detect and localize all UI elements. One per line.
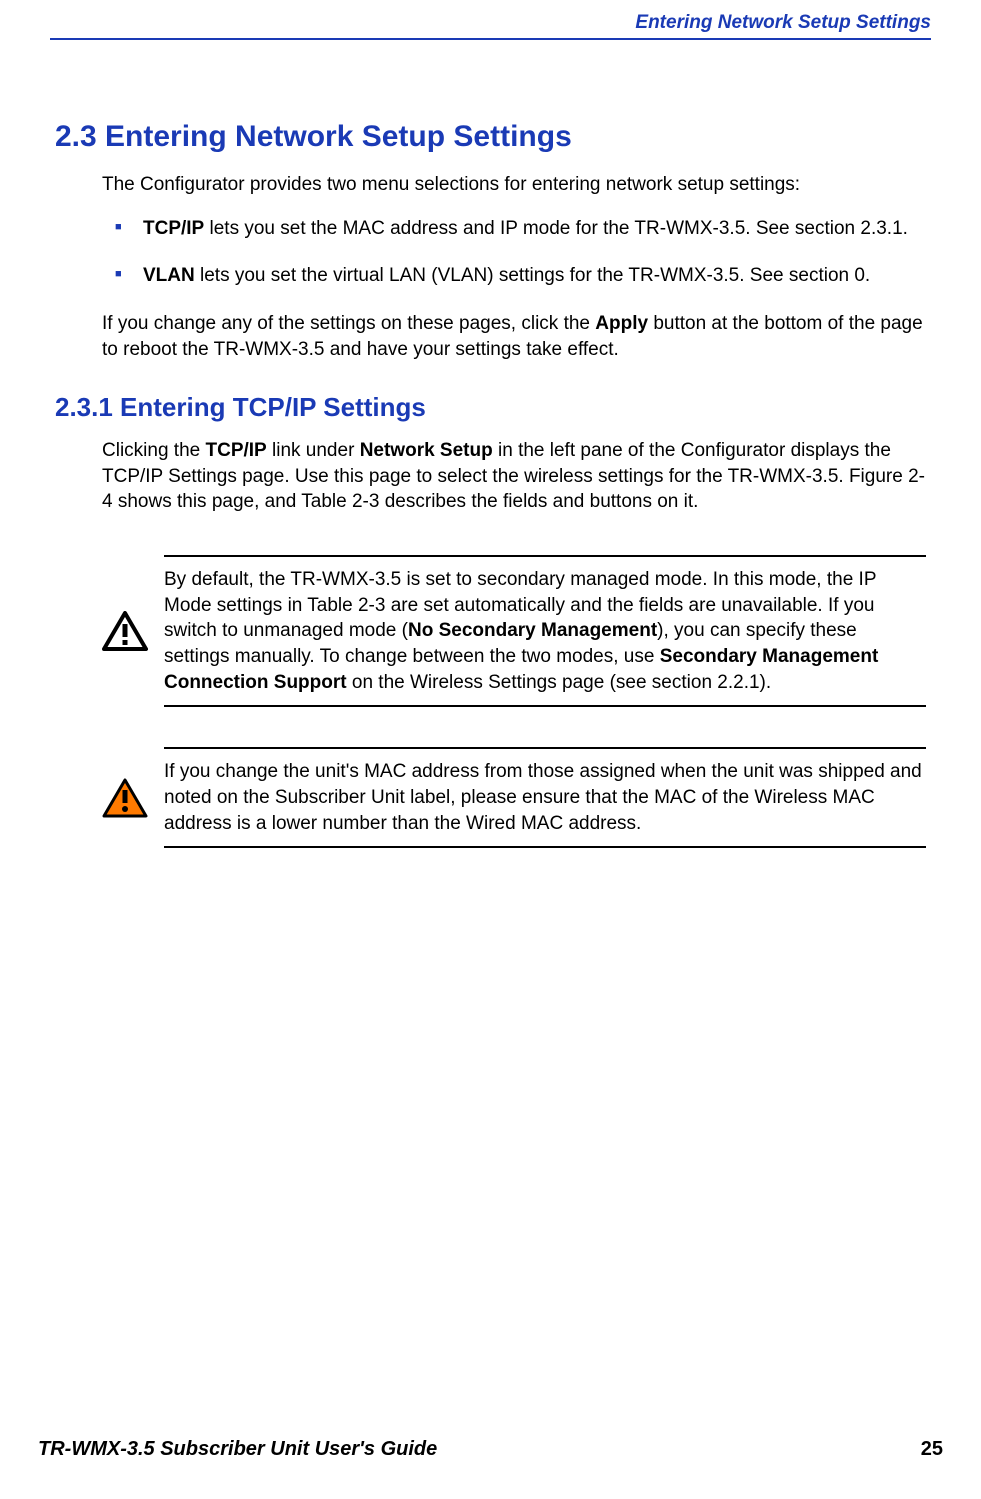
text-span: link under xyxy=(267,440,360,461)
warning-note: If you change the unit's MAC address fro… xyxy=(102,747,926,848)
subsection-heading: 2.3.1 Entering TCP/IP Settings xyxy=(55,392,926,423)
list-item: TCP/IP lets you set the MAC address and … xyxy=(115,216,926,242)
page-header-section: Entering Network Setup Settings xyxy=(635,12,931,34)
note-rule-bottom xyxy=(164,705,926,707)
apply-paragraph: If you change any of the settings on the… xyxy=(102,311,926,362)
footer-title: TR-WMX-3.5 Subscriber Unit User's Guide xyxy=(38,1438,437,1461)
list-item-text: lets you set the MAC address and IP mode… xyxy=(204,218,908,239)
header-rule xyxy=(50,38,931,40)
note-text: By default, the TR-WMX-3.5 is set to sec… xyxy=(164,567,926,695)
intro-paragraph: The Configurator provides two menu selec… xyxy=(102,172,926,198)
list-item-text: lets you set the virtual LAN (VLAN) sett… xyxy=(195,265,870,286)
text-span: If you change any of the settings on the… xyxy=(102,313,595,334)
subsection-paragraph: Clicking the TCP/IP link under Network S… xyxy=(102,438,926,515)
note-row: If you change the unit's MAC address fro… xyxy=(102,749,926,846)
note-text: If you change the unit's MAC address fro… xyxy=(164,759,926,836)
main-content: 2.3 Entering Network Setup Settings The … xyxy=(55,120,926,848)
footer-page-number: 25 xyxy=(921,1438,943,1461)
list-item: VLAN lets you set the virtual LAN (VLAN)… xyxy=(115,263,926,289)
text-span: Clicking the xyxy=(102,440,206,461)
list-item-bold: VLAN xyxy=(143,265,195,286)
caution-icon xyxy=(102,611,164,651)
section-heading: 2.3 Entering Network Setup Settings xyxy=(55,120,926,154)
caution-note: By default, the TR-WMX-3.5 is set to sec… xyxy=(102,555,926,707)
warning-icon xyxy=(102,778,164,818)
text-span: on the Wireless Settings page (see secti… xyxy=(347,672,772,693)
note-rule-bottom xyxy=(164,846,926,848)
bullet-list: TCP/IP lets you set the MAC address and … xyxy=(115,216,926,289)
note-bold: No Secondary Management xyxy=(408,620,657,641)
tcpip-bold: TCP/IP xyxy=(206,440,267,461)
page-footer: TR-WMX-3.5 Subscriber Unit User's Guide … xyxy=(38,1438,943,1461)
apply-bold: Apply xyxy=(595,313,648,334)
list-item-bold: TCP/IP xyxy=(143,218,204,239)
note-row: By default, the TR-WMX-3.5 is set to sec… xyxy=(102,557,926,705)
network-setup-bold: Network Setup xyxy=(360,440,493,461)
